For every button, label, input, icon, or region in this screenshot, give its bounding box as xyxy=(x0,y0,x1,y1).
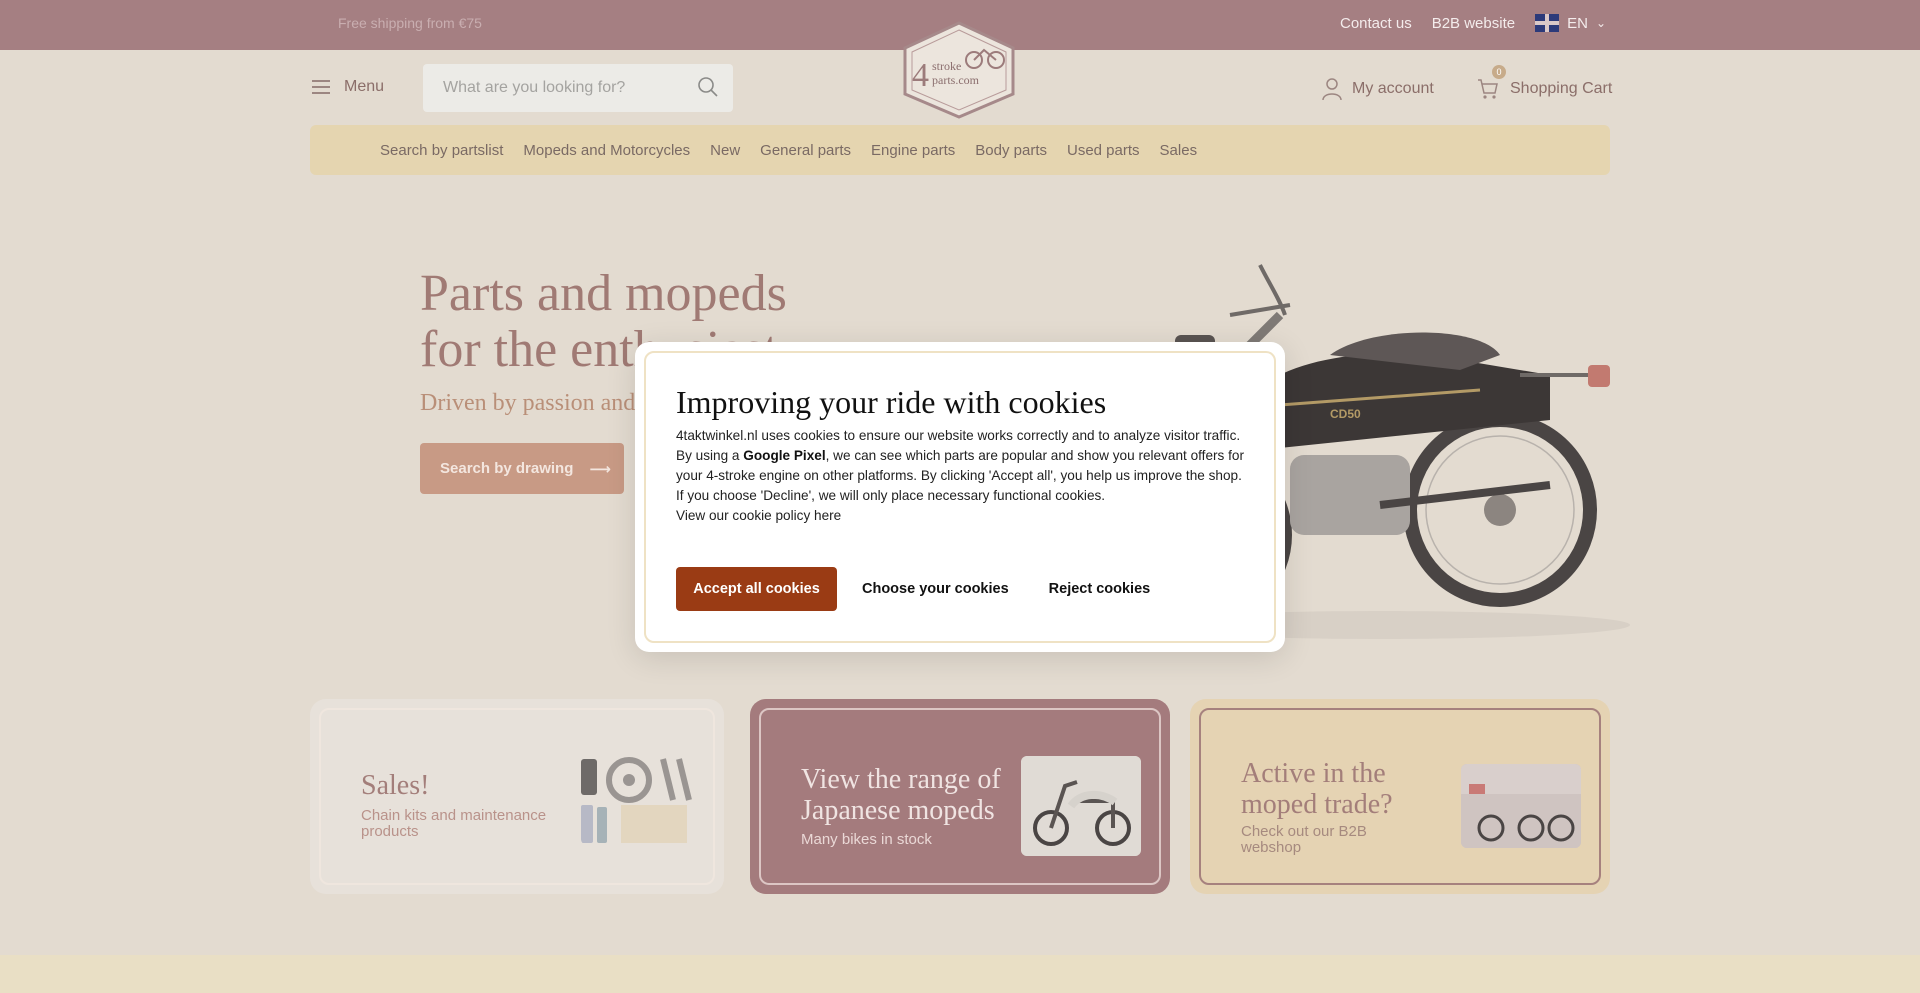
search-input[interactable] xyxy=(423,64,673,112)
shop-image xyxy=(1461,764,1581,848)
nav-item-mopeds[interactable]: Mopeds and Motorcycles xyxy=(523,142,690,159)
nav-item-new[interactable]: New xyxy=(710,142,740,159)
logo-text-top: stroke xyxy=(932,59,961,73)
cart-icon: 0 xyxy=(1476,65,1506,101)
bike-badge: CD50 xyxy=(1330,407,1361,421)
sales-card-title: Sales! xyxy=(361,770,430,801)
cookie-policy-link[interactable]: View our cookie policy here xyxy=(676,508,841,523)
hamburger-icon xyxy=(312,80,330,94)
uk-flag-icon xyxy=(1535,14,1560,32)
b2b-card-frame: Active in the moped trade? Check out our… xyxy=(1199,708,1601,885)
shopping-cart-link[interactable]: 0 Shopping Cart xyxy=(1476,65,1613,101)
search-bar xyxy=(423,64,733,112)
cookie-dialog-title: Improving your ride with cookies xyxy=(676,384,1107,420)
search-icon[interactable] xyxy=(697,76,719,98)
nav-item-engine-parts[interactable]: Engine parts xyxy=(871,142,955,159)
moped-image xyxy=(1021,756,1141,856)
search-by-drawing-button[interactable]: Search by drawing ⟶ xyxy=(420,443,624,494)
nav-item-sales[interactable]: Sales xyxy=(1160,142,1198,159)
b2b-card[interactable]: Active in the moped trade? Check out our… xyxy=(1190,699,1610,894)
logo-number: 4 xyxy=(912,57,929,94)
cart-label: Shopping Cart xyxy=(1510,80,1613,97)
contact-link[interactable]: Contact us xyxy=(1340,15,1412,32)
japanese-mopeds-card[interactable]: View the range of Japanese mopeds Many b… xyxy=(750,699,1170,894)
chevron-down-icon: ⌄ xyxy=(1595,16,1606,30)
cart-count-badge: 0 xyxy=(1492,65,1506,79)
reject-cookies-button[interactable]: Reject cookies xyxy=(1029,567,1171,611)
cookie-buttons: Accept all cookies Choose your cookies R… xyxy=(676,567,1170,611)
accept-all-cookies-button[interactable]: Accept all cookies xyxy=(676,567,837,611)
account-label: My account xyxy=(1352,80,1434,97)
nav-item-general-parts[interactable]: General parts xyxy=(760,142,851,159)
menu-label: Menu xyxy=(344,78,385,95)
free-shipping-notice: Free shipping from €75 xyxy=(338,15,482,31)
nav-item-body-parts[interactable]: Body parts xyxy=(975,142,1047,159)
b2b-card-title: Active in the moped trade? xyxy=(1241,758,1393,820)
top-links: Contact us B2B website EN ⌄ xyxy=(1340,14,1606,32)
sales-card-text: Chain kits and maintenance products xyxy=(361,807,547,840)
sales-card[interactable]: Sales! Chain kits and maintenance produc… xyxy=(310,699,724,894)
cookie-consent-dialog: Improving your ride with cookies 4taktwi… xyxy=(635,342,1285,652)
nav-item-partslist[interactable]: Search by partslist xyxy=(380,142,503,159)
menu-button[interactable]: Menu xyxy=(312,78,384,96)
language-label: EN xyxy=(1567,14,1588,32)
hero-title-line1: Parts and mopeds xyxy=(420,265,787,322)
cookie-dialog-text: 4taktwinkel.nl uses cookies to ensure ou… xyxy=(676,426,1246,526)
google-pixel-text: Google Pixel xyxy=(743,448,826,463)
my-account-link[interactable]: My account xyxy=(1322,77,1434,101)
japanese-mopeds-card-text: Many bikes in stock xyxy=(801,831,932,848)
footer-strip xyxy=(0,955,1920,993)
b2b-card-text: Check out our B2B webshop xyxy=(1241,823,1367,856)
user-icon xyxy=(1322,78,1342,101)
arrow-right-icon: ⟶ xyxy=(589,460,611,478)
site-logo[interactable]: 4 stroke parts.com xyxy=(898,20,1020,120)
japanese-mopeds-card-frame: View the range of Japanese mopeds Many b… xyxy=(759,708,1161,885)
chain-kit-image xyxy=(581,757,692,843)
sales-card-frame: Sales! Chain kits and maintenance produc… xyxy=(319,708,715,885)
search-by-drawing-label: Search by drawing xyxy=(440,460,574,477)
choose-cookies-button[interactable]: Choose your cookies xyxy=(842,567,1029,611)
japanese-mopeds-card-title: View the range of Japanese mopeds xyxy=(801,764,1001,826)
b2b-link[interactable]: B2B website xyxy=(1432,15,1515,32)
logo-text-bottom: parts.com xyxy=(932,73,980,87)
language-selector[interactable]: EN ⌄ xyxy=(1535,14,1606,32)
hero-subtitle: Driven by passion and xyxy=(420,390,636,416)
main-navigation: Search by partslist Mopeds and Motorcycl… xyxy=(310,125,1610,175)
nav-item-used-parts[interactable]: Used parts xyxy=(1067,142,1140,159)
